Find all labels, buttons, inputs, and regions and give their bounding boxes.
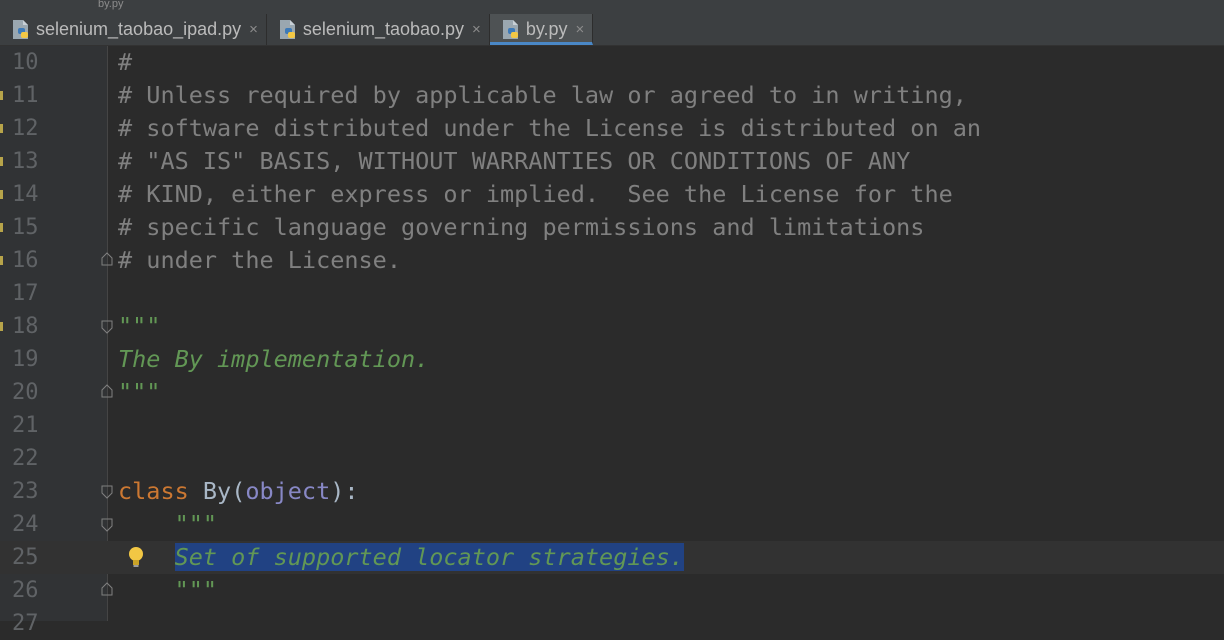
code-token: """	[174, 576, 218, 604]
code-text[interactable]: """	[118, 574, 217, 607]
line-number: 20	[12, 380, 39, 405]
breadcrumb: by.py	[0, 0, 1224, 14]
code-line[interactable]: 16 # under the License.	[0, 244, 1224, 277]
code-token: """	[174, 510, 218, 538]
code-token: # Unless required by applicable law or a…	[118, 81, 967, 109]
code-line[interactable]: 22	[0, 442, 1224, 475]
code-token: ):	[330, 477, 359, 505]
code-text[interactable]: #	[118, 46, 132, 79]
code-token: object	[245, 477, 331, 505]
line-number: 16	[12, 248, 39, 273]
close-icon[interactable]: ×	[249, 21, 258, 38]
code-token: Set of supported locator strategies.	[174, 543, 684, 571]
change-marker[interactable]	[0, 256, 3, 265]
line-number: 19	[12, 347, 39, 372]
code-line[interactable]: 18 """	[0, 310, 1224, 343]
fold-marker-icon[interactable]	[100, 384, 114, 398]
code-token: The By implementation.	[118, 345, 430, 373]
change-marker[interactable]	[0, 124, 3, 133]
line-number: 23	[12, 479, 39, 504]
code-line[interactable]: 15 # specific language governing permissi…	[0, 211, 1224, 244]
fold-marker-icon[interactable]	[100, 485, 114, 499]
python-file-icon	[13, 19, 28, 39]
code-token: By(	[188, 477, 246, 505]
code-text[interactable]: # KIND, either express or implied. See t…	[118, 178, 953, 211]
line-number: 11	[12, 83, 39, 108]
change-marker[interactable]	[0, 223, 3, 232]
code-line[interactable]: 10 #	[0, 46, 1224, 79]
code-text[interactable]: """	[118, 508, 217, 541]
code-line[interactable]: 27	[0, 607, 1224, 640]
code-line[interactable]: 21	[0, 409, 1224, 442]
line-number: 13	[12, 149, 39, 174]
code-token: #	[118, 48, 133, 76]
code-text[interactable]: """	[118, 310, 160, 343]
line-number: 17	[12, 281, 39, 306]
line-number: 12	[12, 116, 39, 141]
close-icon[interactable]: ×	[472, 21, 481, 38]
code-editor[interactable]: 10 #11 # Unless required by applicable law…	[0, 46, 1224, 636]
code-line[interactable]: 25 Set of supported locator strategies.	[0, 541, 1224, 574]
code-token: class	[118, 477, 189, 505]
line-number: 15	[12, 215, 39, 240]
close-icon[interactable]: ×	[576, 21, 585, 38]
code-token: # "AS IS" BASIS, WITHOUT WARRANTIES OR C…	[118, 147, 911, 175]
code-line[interactable]: 13 # "AS IS" BASIS, WITHOUT WARRANTIES OR…	[0, 145, 1224, 178]
code-line[interactable]: 17	[0, 277, 1224, 310]
code-line[interactable]: 12 # software distributed under the Licen…	[0, 112, 1224, 145]
code-token: # under the License.	[118, 246, 401, 274]
change-marker[interactable]	[0, 322, 3, 331]
editor-tab-bar: selenium_taobao_ipad.py × selenium_taoba…	[0, 14, 1224, 46]
code-token: # specific language governing permission…	[118, 213, 925, 241]
code-line[interactable]: 14 # KIND, either express or implied. See…	[0, 178, 1224, 211]
code-text[interactable]: # Unless required by applicable law or a…	[118, 79, 967, 112]
tab-label: by.py	[525, 19, 568, 39]
tab-label: selenium_taobao_ipad.py	[36, 19, 242, 39]
line-number: 26	[12, 578, 39, 603]
code-line[interactable]: 20 """	[0, 376, 1224, 409]
code-text[interactable]: """	[118, 376, 160, 409]
fold-marker-icon[interactable]	[100, 582, 114, 596]
line-number: 22	[12, 446, 39, 471]
fold-marker-icon[interactable]	[100, 252, 114, 266]
code-text[interactable]: class By(object):	[118, 475, 359, 508]
line-number: 27	[12, 611, 39, 636]
code-text[interactable]: # under the License.	[118, 244, 401, 277]
change-marker[interactable]	[0, 190, 3, 199]
python-file-icon	[502, 19, 518, 39]
code-line[interactable]: 19 The By implementation.	[0, 343, 1224, 376]
code-token: """	[118, 312, 161, 340]
change-marker[interactable]	[0, 157, 3, 166]
code-text[interactable]: # software distributed under the License…	[118, 112, 981, 145]
tab-label: selenium_taobao.py	[302, 19, 465, 39]
tab-selenium-taobao[interactable]: selenium_taobao.py ×	[267, 14, 490, 45]
tab-selenium-taobao-ipad[interactable]: selenium_taobao_ipad.py ×	[0, 14, 267, 45]
code-text[interactable]: The By implementation.	[118, 343, 429, 376]
code-token: # software distributed under the License…	[118, 114, 982, 142]
line-number: 14	[12, 182, 39, 207]
line-number: 25	[12, 545, 39, 570]
code-line[interactable]: 24 """	[0, 508, 1224, 541]
code-token: """	[118, 378, 161, 406]
change-marker[interactable]	[0, 91, 3, 100]
code-text[interactable]: # "AS IS" BASIS, WITHOUT WARRANTIES OR C…	[118, 145, 910, 178]
code-line[interactable]: 26 """	[0, 574, 1224, 607]
python-file-icon	[279, 19, 295, 39]
tab-by-py[interactable]: by.py ×	[489, 14, 594, 45]
line-number: 18	[12, 314, 39, 339]
code-line[interactable]: 11 # Unless required by applicable law or…	[0, 79, 1224, 112]
line-number: 24	[12, 512, 39, 537]
fold-marker-icon[interactable]	[100, 518, 114, 532]
breadcrumb-segment[interactable]: by.py	[98, 0, 123, 10]
code-token: # KIND, either express or implied. See t…	[118, 180, 953, 208]
code-text[interactable]: Set of supported locator strategies.	[118, 541, 684, 574]
fold-marker-icon[interactable]	[100, 320, 114, 334]
line-number: 21	[12, 413, 39, 438]
line-number: 10	[12, 50, 39, 75]
code-line[interactable]: 23 class By(object):	[0, 475, 1224, 508]
code-text[interactable]: # specific language governing permission…	[118, 211, 924, 244]
